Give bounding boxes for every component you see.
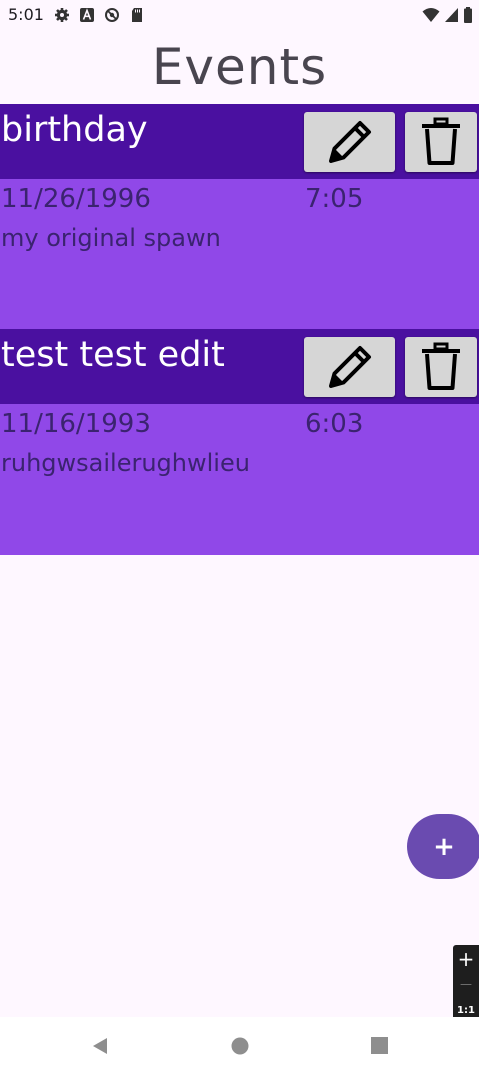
zoom-reset-button[interactable]: 1:1 — [453, 1005, 479, 1016]
pencil-icon — [328, 121, 371, 163]
zoom-in-button[interactable]: + — [453, 947, 479, 971]
edit-button[interactable] — [304, 112, 395, 172]
status-icons-right — [422, 7, 473, 23]
event-header: birthday — [0, 104, 479, 179]
recents-icon[interactable] — [371, 1037, 388, 1054]
settings-icon — [55, 8, 69, 22]
trash-icon — [422, 342, 460, 390]
event-description: ruhgwsailerughwlieu — [1, 449, 250, 477]
navigation-bar — [0, 1017, 479, 1070]
wifi-icon — [422, 8, 440, 22]
signal-icon — [445, 8, 458, 22]
delete-button[interactable] — [405, 112, 477, 172]
event-date: 11/16/1993 — [1, 409, 151, 439]
event-description: my original spawn — [1, 224, 221, 252]
event-card: birthday 11/26/1996 7:05 my original spa… — [0, 104, 479, 330]
event-time: 6:03 — [305, 409, 364, 439]
screen: 5:01 Events birthday 11/26/1996 7:05 my … — [0, 0, 479, 1070]
add-event-button[interactable]: + — [407, 814, 479, 879]
pencil-icon — [328, 346, 371, 388]
status-icons-left — [54, 7, 145, 23]
event-name: test test edit — [1, 335, 225, 375]
delete-button[interactable] — [405, 337, 477, 397]
zoom-out-button[interactable]: — — [453, 977, 479, 991]
trash-icon — [422, 117, 460, 165]
plus-icon: + — [433, 831, 455, 862]
edit-button[interactable] — [304, 337, 395, 397]
back-icon[interactable] — [91, 1037, 109, 1055]
sd-card-icon — [132, 8, 142, 22]
event-date: 11/26/1996 — [1, 184, 151, 214]
battery-icon — [464, 7, 472, 23]
event-header: test test edit — [0, 329, 479, 404]
status-time: 5:01 — [8, 5, 44, 24]
status-bar: 5:01 — [0, 0, 479, 32]
a-icon — [80, 8, 94, 22]
event-card: test test edit 11/16/1993 6:03 ruhgwsail… — [0, 329, 479, 555]
event-name: birthday — [1, 110, 148, 150]
circle-slash-icon — [105, 8, 119, 22]
page-title: Events — [151, 38, 328, 96]
event-time: 7:05 — [305, 184, 364, 214]
home-icon[interactable] — [231, 1037, 249, 1055]
